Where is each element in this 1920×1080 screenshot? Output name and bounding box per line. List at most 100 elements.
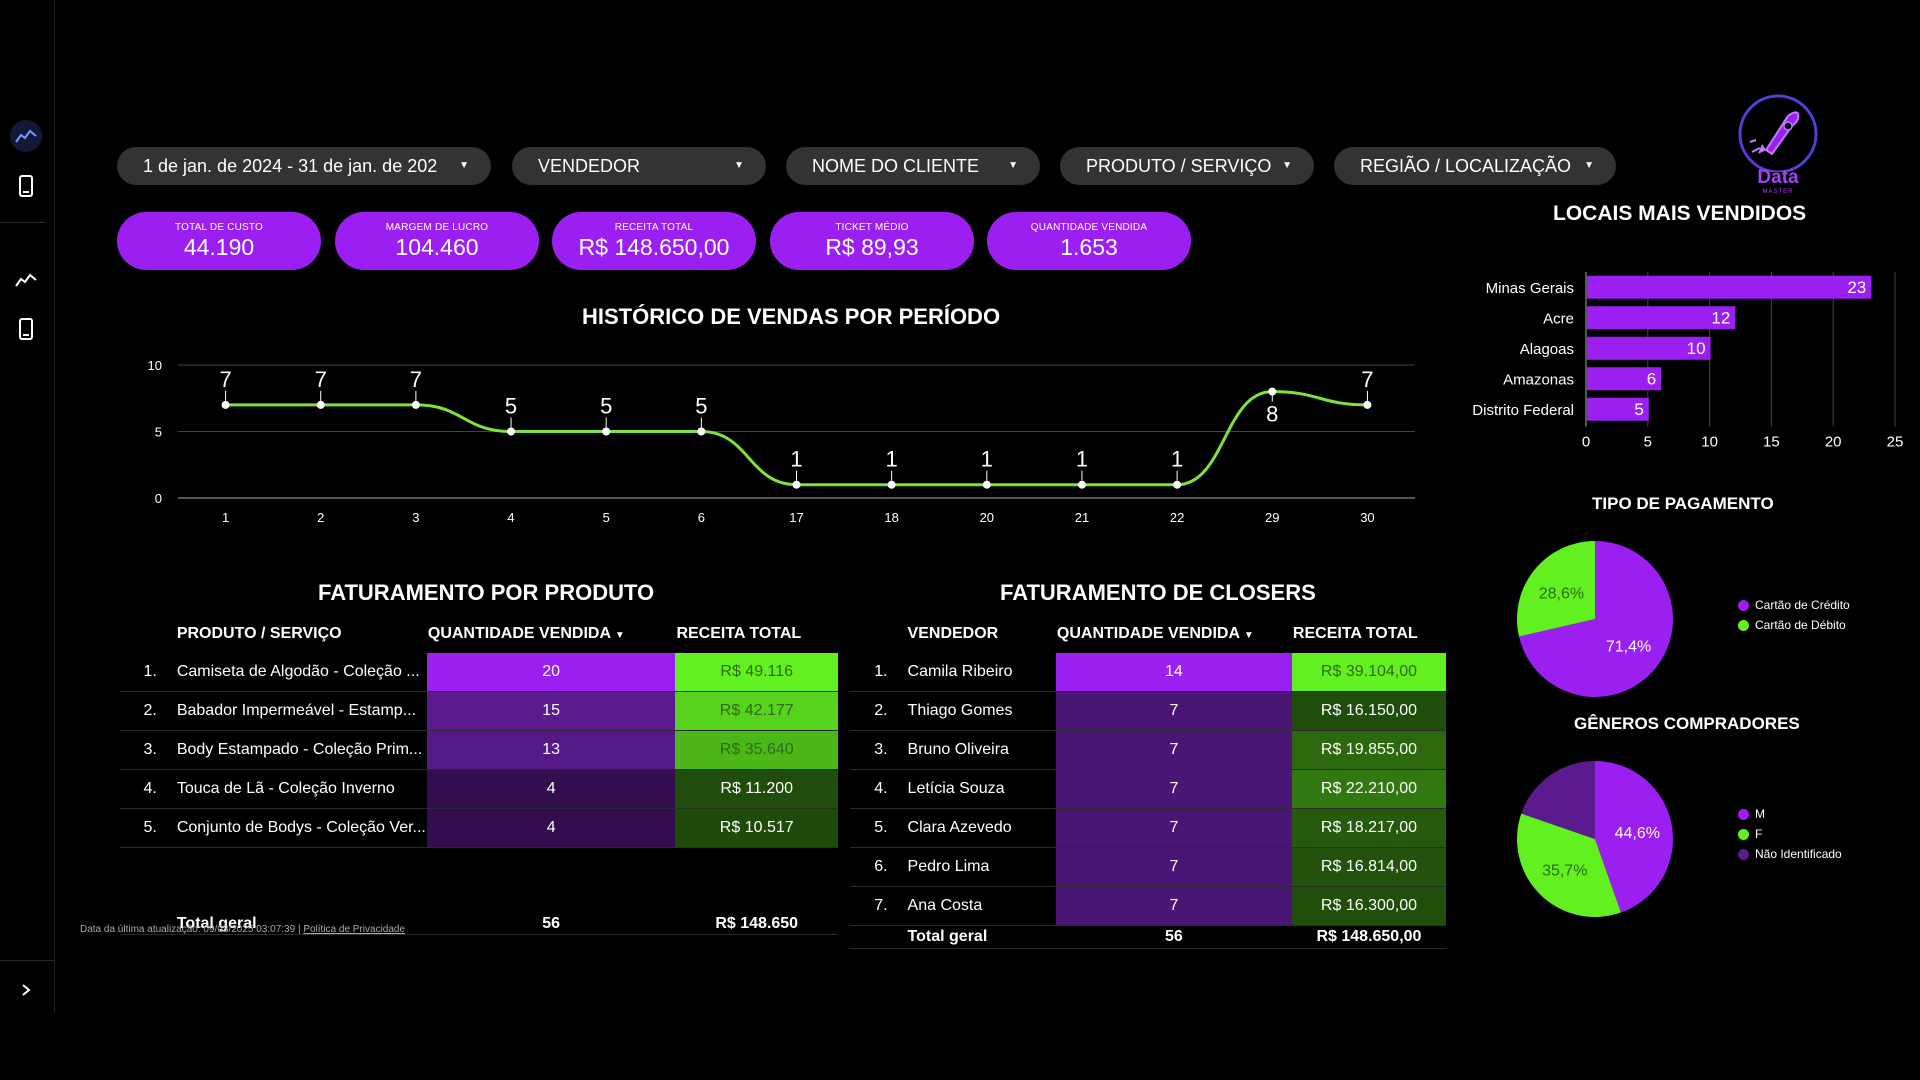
kpi-value: R$ 89,93 xyxy=(825,234,919,260)
table-row[interactable]: 6. Pedro Lima 7 R$ 16.814,00 xyxy=(850,847,1446,887)
bar[interactable] xyxy=(1587,275,1872,299)
data-point[interactable] xyxy=(1363,400,1372,409)
x-tick-label: 2 xyxy=(317,510,324,525)
legend-label: Cartão de Crédito xyxy=(1755,598,1850,612)
kpi-label: MARGEM DE LUCRO xyxy=(385,222,489,233)
category-label: Alagoas xyxy=(1520,341,1574,358)
table-row[interactable]: 2. Babador Impermeável - Estamp... 15 R$ 42… xyxy=(120,691,838,731)
table-row[interactable]: 5. Clara Azevedo 7 R$ 18.217,00 xyxy=(850,808,1446,848)
kpi-value: 44.190 xyxy=(183,234,255,260)
x-tick-label: 15 xyxy=(1763,434,1780,451)
filter-cliente[interactable]: NOME DO CLIENTE ▼ xyxy=(786,147,1040,185)
table-row[interactable]: 3. Bruno Oliveira 7 R$ 19.855,00 xyxy=(850,730,1446,770)
legend-swatch xyxy=(1738,808,1749,820)
sort-desc-icon[interactable]: ▼ xyxy=(1244,630,1254,641)
bar-value-label: 12 xyxy=(1711,308,1730,327)
data-label: 1 xyxy=(981,447,993,472)
row-qty: 7 xyxy=(1055,730,1292,770)
produto-table: PRODUTO / SERVIÇO QUANTIDADE VENDIDA ▼ R… xyxy=(120,615,838,935)
x-tick-label: 10 xyxy=(1701,434,1718,451)
data-point[interactable] xyxy=(316,400,325,409)
table-row[interactable]: 2. Thiago Gomes 7 R$ 16.150,00 xyxy=(850,691,1446,731)
filter-date-range[interactable]: 1 de jan. de 2024 - 31 de jan. de 202 ▼ xyxy=(117,147,491,185)
x-tick-label: 30 xyxy=(1360,510,1374,525)
header-vendedor[interactable]: VENDEDOR xyxy=(898,615,1056,653)
table-row[interactable]: 4. Touca de Lã - Coleção Inverno 4 R$ 11.20… xyxy=(120,769,838,809)
mobile-device-icon-2[interactable] xyxy=(10,313,42,345)
data-point[interactable] xyxy=(1173,480,1182,489)
kpi-total-custo: TOTAL DE CUSTO 44.190 xyxy=(117,212,321,270)
privacy-link[interactable]: Política de Privacidade xyxy=(303,924,405,935)
kpi-receita-total: RECEITA TOTAL R$ 148.650,00 xyxy=(552,212,756,270)
header-receita[interactable]: RECEITA TOTAL xyxy=(675,615,838,653)
legend-swatch xyxy=(1738,619,1749,631)
header-quantidade[interactable]: QUANTIDADE VENDIDA ▼ xyxy=(427,615,676,653)
table-row[interactable]: 1. Camiseta de Algodão - Coleção ... 20 R$ … xyxy=(120,653,838,692)
x-tick-label: 18 xyxy=(884,510,898,525)
header-index xyxy=(850,615,898,653)
dashboard-line-icon[interactable] xyxy=(10,120,42,152)
row-rev: R$ 10.517 xyxy=(675,808,838,848)
header-quantidade[interactable]: QUANTIDADE VENDIDA ▼ xyxy=(1056,615,1292,653)
header-produto[interactable]: PRODUTO / SERVIÇO xyxy=(167,615,427,653)
table-row[interactable]: 5. Conjunto de Bodys - Coleção Ver... 4 R$ … xyxy=(120,808,838,848)
legend-label: F xyxy=(1755,827,1763,841)
data-point[interactable] xyxy=(1268,387,1277,396)
row-index: 5. xyxy=(850,808,898,848)
y-tick-label: 0 xyxy=(155,491,162,506)
table-row[interactable]: 1. Camila Ribeiro 14 R$ 39.104,00 xyxy=(850,653,1446,692)
data-label: 7 xyxy=(410,367,422,392)
total-index xyxy=(850,925,898,949)
data-point[interactable] xyxy=(982,480,991,489)
data-label: 7 xyxy=(315,367,327,392)
filter-regiao[interactable]: REGIÃO / LOCALIZAÇÃO ▼ xyxy=(1334,147,1616,185)
line-chart-title: HISTÓRICO DE VENDAS POR PERÍODO xyxy=(582,304,1001,329)
table-row[interactable]: 7. Ana Costa 7 R$ 16.300,00 xyxy=(850,886,1446,926)
row-rev: R$ 49.116 xyxy=(675,653,838,692)
header-receita[interactable]: RECEITA TOTAL xyxy=(1292,615,1446,653)
row-name: Body Estampado - Coleção Prim... xyxy=(166,730,427,770)
row-rev: R$ 42.177 xyxy=(675,691,838,731)
data-point[interactable] xyxy=(602,427,611,436)
table-header-row: PRODUTO / SERVIÇO QUANTIDADE VENDIDA ▼ R… xyxy=(120,615,838,653)
row-name: Pedro Lima xyxy=(897,847,1056,887)
bar-value-label: 6 xyxy=(1647,369,1656,388)
produto-table-title: FATURAMENTO POR PRODUTO xyxy=(318,580,655,605)
data-point[interactable] xyxy=(507,427,516,436)
row-name: Camila Ribeiro xyxy=(897,653,1056,692)
data-point[interactable] xyxy=(887,480,896,489)
row-qty: 7 xyxy=(1055,847,1292,887)
data-point[interactable] xyxy=(697,427,706,436)
data-point[interactable] xyxy=(411,400,420,409)
table-header-row: VENDEDOR QUANTIDADE VENDIDA ▼ RECEITA TO… xyxy=(850,615,1446,653)
total-row: Total geral 56 R$ 148.650 xyxy=(120,847,838,935)
row-index: 4. xyxy=(850,769,898,809)
filter-vendedor[interactable]: VENDEDOR ▼ xyxy=(512,147,766,185)
trend-line-icon[interactable] xyxy=(10,264,42,296)
chevron-right-icon[interactable] xyxy=(10,974,42,1006)
filter-date-range-label: 1 de jan. de 2024 - 31 de jan. de 202 xyxy=(143,156,438,176)
data-label: 1 xyxy=(886,447,898,472)
table-row[interactable]: 4. Letícia Souza 7 R$ 22.210,00 xyxy=(850,769,1446,809)
data-label: 1 xyxy=(1076,447,1088,472)
data-point[interactable] xyxy=(221,400,230,409)
x-tick-label: 5 xyxy=(1644,434,1652,451)
caret-down-icon: ▼ xyxy=(1584,160,1594,171)
table-row[interactable]: 3. Body Estampado - Coleção Prim... 13 R$ 3… xyxy=(120,730,838,770)
row-rev: R$ 16.814,00 xyxy=(1291,847,1446,887)
data-label: 1 xyxy=(790,447,802,472)
filter-produto[interactable]: PRODUTO / SERVIÇO ▼ xyxy=(1060,147,1314,185)
total-qty: 56 xyxy=(1055,925,1292,949)
legend-swatch xyxy=(1738,599,1749,611)
row-qty: 7 xyxy=(1055,886,1292,926)
row-rev: R$ 39.104,00 xyxy=(1291,653,1446,692)
row-index: 6. xyxy=(850,847,898,887)
sort-desc-icon[interactable]: ▼ xyxy=(615,630,625,641)
data-label: 7 xyxy=(219,367,231,392)
mobile-device-icon[interactable] xyxy=(10,170,42,202)
payment-type-pie-chart: 71,4% 28,6% xyxy=(1517,541,1673,697)
slice-label: 28,6% xyxy=(1539,585,1584,602)
data-point[interactable] xyxy=(1077,480,1086,489)
data-point[interactable] xyxy=(792,480,801,489)
x-tick-label: 29 xyxy=(1265,510,1279,525)
